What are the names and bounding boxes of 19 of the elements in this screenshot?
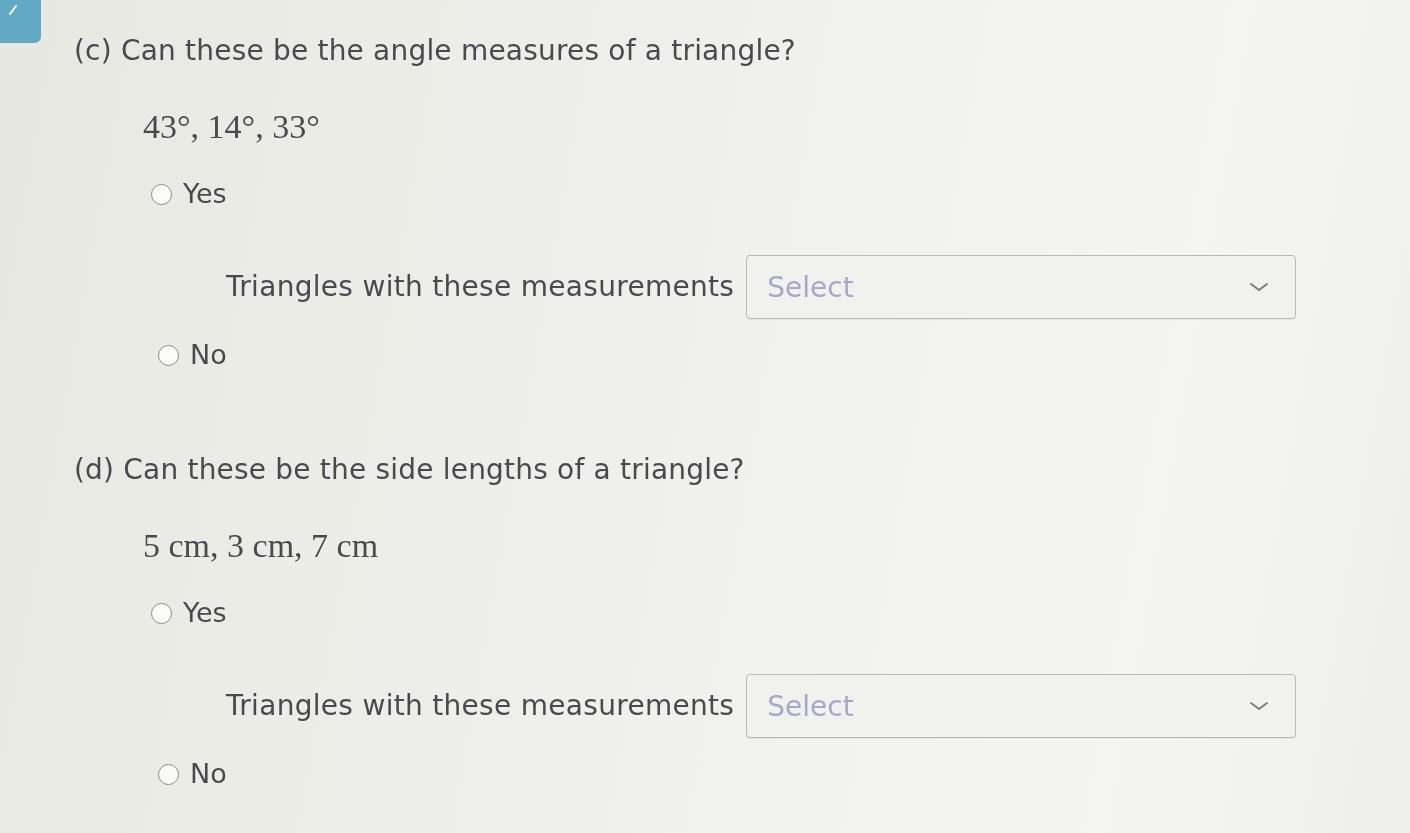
question-heading: (d) Can these be the side lengths of a triangle? [74, 452, 745, 488]
question-values: 43°, 14°, 33° [143, 107, 320, 147]
chevron-down-icon [1249, 282, 1270, 292]
radio-button[interactable] [151, 602, 172, 624]
followup-label: Triangles with these measurements [226, 271, 735, 303]
question-values: 5 cm, 3 cm, 7 cm [143, 526, 379, 566]
followup-label: Triangles with these measurements [226, 690, 735, 722]
chevron-down-icon [1249, 701, 1270, 711]
radio-button[interactable] [158, 344, 179, 366]
corner-tile-icon [0, 0, 41, 43]
radio-button[interactable] [151, 183, 172, 205]
option-label: Yes [183, 598, 227, 628]
select-dropdown[interactable]: Select [746, 674, 1297, 738]
select-dropdown[interactable]: Select [746, 255, 1297, 319]
question-heading: (c) Can these be the angle measures of a triangle? [74, 33, 796, 69]
radio-button[interactable] [158, 763, 179, 785]
option-label: No [190, 340, 227, 370]
option-label: No [190, 759, 227, 789]
option-label: Yes [183, 179, 227, 209]
